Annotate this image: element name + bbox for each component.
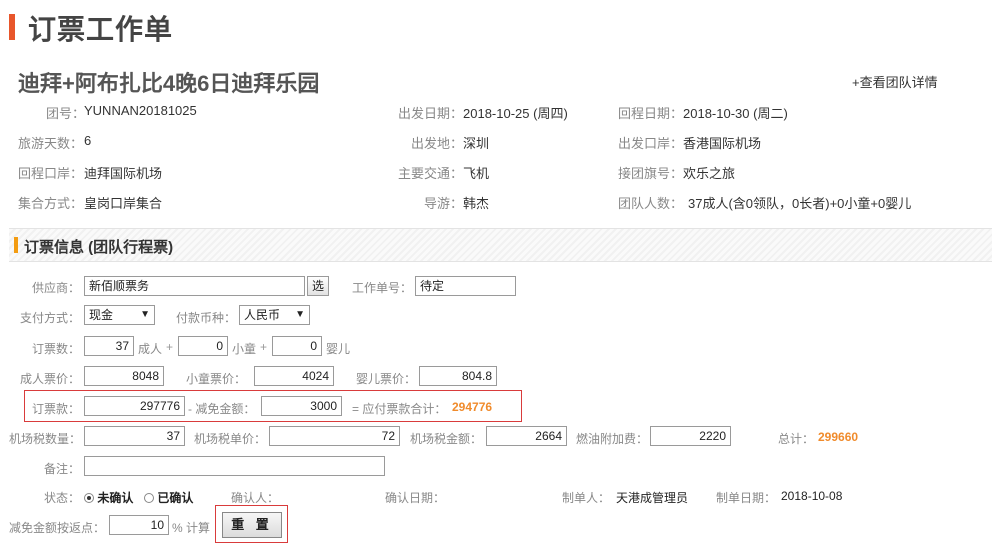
gather-label: 集合方式： bbox=[18, 196, 84, 211]
ticket-count-label: 订票数： bbox=[32, 342, 81, 356]
currency-label: 付款币种： bbox=[176, 311, 237, 325]
flag-label: 接团旗号： bbox=[618, 166, 684, 181]
infant-price-input[interactable]: 804.8 bbox=[419, 366, 497, 386]
tour-name: 迪拜+阿布扎比4晚6日迪拜乐园 bbox=[18, 71, 320, 96]
group-no-label: 团号： bbox=[46, 106, 86, 121]
ticket-amount-label: 订票款： bbox=[32, 402, 81, 416]
pay-method-value: 现金 bbox=[89, 308, 114, 322]
currency-value: 人民币 bbox=[244, 308, 281, 322]
radio-unselected-icon[interactable] bbox=[144, 493, 154, 503]
plus-sign: + bbox=[260, 340, 268, 354]
ticket-section-title: 订票信息 (团队行程票) bbox=[24, 239, 174, 256]
status-unconfirmed-label: 未确认 bbox=[97, 491, 134, 505]
supplier-input[interactable]: 新佰顺票务 bbox=[84, 276, 305, 296]
tax-unit-label: 机场税单价： bbox=[194, 432, 267, 446]
grand-total-value: 299660 bbox=[818, 430, 859, 444]
transport-value: 飞机 bbox=[463, 166, 490, 181]
radio-selected-icon[interactable] bbox=[84, 493, 94, 503]
guide-value: 韩杰 bbox=[463, 196, 490, 211]
status-label: 状态： bbox=[44, 491, 81, 505]
depart-date-value: 2018-10-25 (周四) bbox=[463, 106, 568, 121]
status-unconfirmed-option[interactable]: 未确认 bbox=[84, 489, 133, 506]
adult-price-input[interactable]: 8048 bbox=[84, 366, 164, 386]
tax-amount-input[interactable]: 2664 bbox=[486, 426, 567, 446]
tax-unit-input[interactable]: 72 bbox=[269, 426, 400, 446]
rebate-unit: % 计算 bbox=[172, 521, 211, 535]
headcount-label: 团队人数： bbox=[618, 196, 684, 211]
group-no-value: YUNNAN20181025 bbox=[84, 103, 197, 118]
chevron-down-icon: ▼ bbox=[140, 309, 150, 320]
confirm-date-label: 确认日期： bbox=[385, 491, 446, 505]
section-accent-bar bbox=[14, 237, 18, 253]
payable-label: = 应付票款合计： bbox=[352, 402, 447, 416]
reset-button[interactable]: 重 置 bbox=[222, 512, 282, 538]
return-port-value: 迪拜国际机场 bbox=[84, 166, 163, 181]
title-accent-bar bbox=[9, 14, 15, 40]
depart-port-value: 香港国际机场 bbox=[683, 136, 762, 151]
days-label: 旅游天数： bbox=[18, 136, 84, 151]
return-date-label: 回程日期： bbox=[618, 106, 684, 121]
infant-unit: 婴儿 bbox=[326, 342, 351, 356]
grand-total-label: 总计： bbox=[778, 432, 815, 446]
child-count-input[interactable]: 0 bbox=[178, 336, 228, 356]
headcount-value: 37成人(含0领队，0长者)+0小童+0婴儿 bbox=[688, 196, 912, 211]
child-price-label: 小童票价： bbox=[186, 372, 247, 386]
status-confirmed-option[interactable]: 已确认 bbox=[144, 489, 193, 506]
page-title: 订票工作单 bbox=[28, 14, 174, 45]
tax-amount-label: 机场税金额： bbox=[410, 432, 483, 446]
payable-total: 294776 bbox=[452, 400, 493, 414]
fuel-label: 燃油附加费： bbox=[576, 432, 649, 446]
child-price-input[interactable]: 4024 bbox=[254, 366, 334, 386]
fuel-input[interactable]: 2220 bbox=[650, 426, 731, 446]
depart-date-label: 出发日期： bbox=[398, 106, 464, 121]
adult-unit: 成人 bbox=[138, 342, 163, 356]
infant-count-input[interactable]: 0 bbox=[272, 336, 322, 356]
supplier-label: 供应商： bbox=[32, 281, 81, 295]
days-value: 6 bbox=[84, 133, 92, 148]
status-confirmed-label: 已确认 bbox=[157, 491, 194, 505]
pay-method-label: 支付方式： bbox=[20, 311, 81, 325]
confirmer-label: 确认人： bbox=[231, 491, 280, 505]
discount-label: - 减免金额： bbox=[188, 402, 256, 416]
chevron-down-icon: ▼ bbox=[295, 309, 305, 320]
depart-place-label: 出发地： bbox=[411, 136, 464, 151]
ticket-amount-input[interactable]: 297776 bbox=[84, 396, 185, 416]
rebate-input[interactable]: 10 bbox=[109, 515, 169, 535]
view-team-details-link[interactable]: +查看团队详情 bbox=[852, 72, 938, 91]
depart-place-value: 深圳 bbox=[463, 136, 490, 151]
remark-input[interactable] bbox=[84, 456, 385, 476]
tax-qty-label: 机场税数量： bbox=[9, 432, 82, 446]
work-no-input[interactable]: 待定 bbox=[415, 276, 516, 296]
infant-price-label: 婴儿票价： bbox=[356, 372, 417, 386]
return-port-label: 回程口岸： bbox=[18, 166, 84, 181]
pay-method-select[interactable]: 现金 ▼ bbox=[84, 305, 155, 325]
tax-qty-input[interactable]: 37 bbox=[84, 426, 185, 446]
gather-value: 皇岗口岸集合 bbox=[84, 196, 163, 211]
adult-price-label: 成人票价： bbox=[20, 372, 81, 386]
choose-supplier-button[interactable]: 选 bbox=[307, 276, 329, 296]
maker-value: 天港成管理员 bbox=[616, 491, 689, 505]
discount-input[interactable]: 3000 bbox=[261, 396, 342, 416]
currency-select[interactable]: 人民币 ▼ bbox=[239, 305, 310, 325]
transport-label: 主要交通： bbox=[398, 166, 464, 181]
remark-label: 备注： bbox=[44, 462, 81, 476]
maker-label: 制单人： bbox=[562, 491, 611, 505]
work-no-label: 工作单号： bbox=[352, 281, 413, 295]
flag-value: 欢乐之旅 bbox=[683, 166, 736, 181]
adult-count-input[interactable]: 37 bbox=[84, 336, 134, 356]
make-date-label: 制单日期： bbox=[716, 491, 777, 505]
plus-sign: + bbox=[166, 340, 174, 354]
guide-label: 导游： bbox=[424, 196, 464, 211]
return-date-value: 2018-10-30 (周二) bbox=[683, 106, 788, 121]
depart-port-label: 出发口岸： bbox=[618, 136, 684, 151]
rebate-label: 减免金额按返点： bbox=[9, 521, 106, 535]
child-unit: 小童 bbox=[232, 342, 257, 356]
make-date-value: 2018-10-08 bbox=[781, 489, 843, 503]
